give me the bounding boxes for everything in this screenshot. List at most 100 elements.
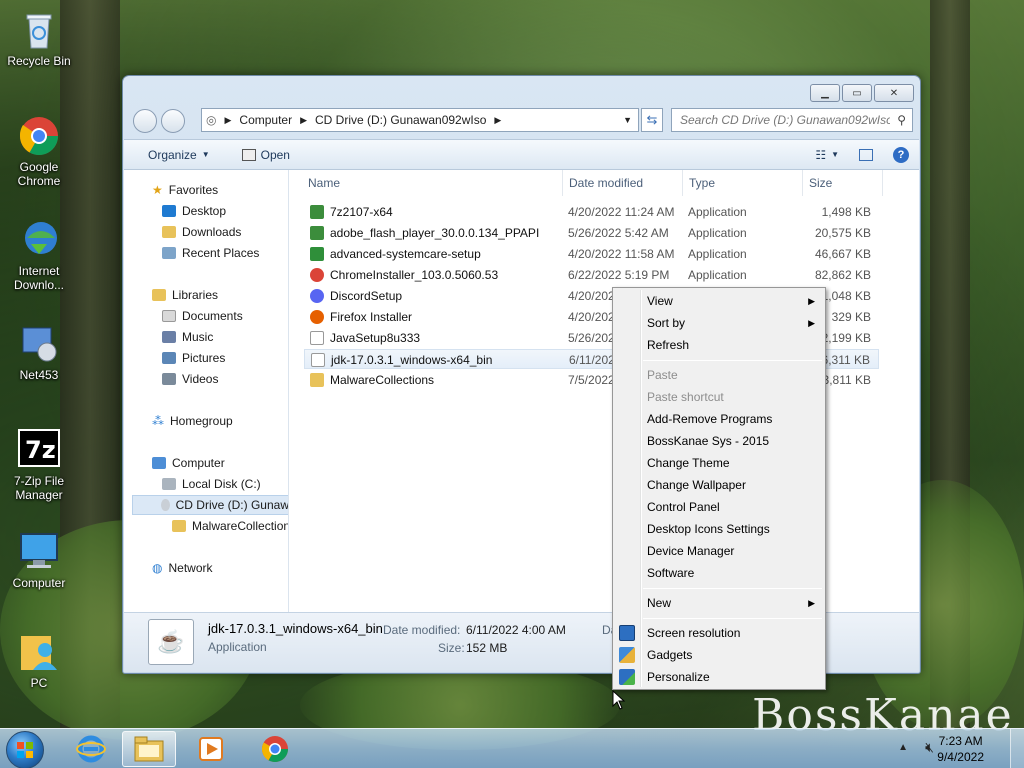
organize-button[interactable]: Organize ▼ — [138, 148, 220, 162]
desktop-icon-pc[interactable]: PC — [1, 630, 77, 690]
nav-videos[interactable]: Videos — [162, 369, 218, 389]
menu-item-change-theme[interactable]: Change Theme — [615, 452, 823, 474]
chevron-right-icon[interactable]: ▶ — [220, 115, 235, 126]
menu-item-new[interactable]: New ▶ — [615, 592, 823, 614]
details-date-value: 6/11/2022 4:00 AM — [466, 623, 566, 637]
volume-muted-icon[interactable]: 🔇︎ — [925, 739, 934, 756]
minimize-button[interactable]: ▁ — [810, 84, 840, 102]
internet-explorer-icon — [76, 735, 106, 763]
recent-places-icon — [162, 247, 176, 259]
show-desktop-button[interactable] — [1010, 729, 1024, 768]
column-header-type[interactable]: Type — [683, 170, 803, 196]
menu-item-refresh[interactable]: Refresh — [615, 334, 823, 356]
start-button[interactable] — [6, 731, 44, 768]
nav-recent-places[interactable]: Recent Places — [162, 243, 259, 263]
breadcrumb-cd-drive[interactable]: CD Drive (D:) Gunawan092wIso — [311, 113, 490, 127]
details-date-label: Date modified: — [383, 623, 461, 637]
nav-documents[interactable]: Documents — [162, 306, 243, 326]
nav-downloads[interactable]: Downloads — [162, 222, 241, 242]
change-view-button[interactable]: ☷ ▼ — [805, 148, 849, 162]
close-button[interactable]: ✕ — [874, 84, 914, 102]
search-input[interactable]: Search CD Drive (D:) Gunawan092wIso ⚲ — [671, 108, 913, 132]
clock-time: 7:23 AM — [938, 734, 983, 748]
preview-pane-button[interactable] — [849, 148, 883, 161]
desktop-icon-net453[interactable]: Net453 — [1, 322, 77, 382]
menu-item-paste[interactable]: Paste — [615, 364, 823, 386]
nav-homegroup[interactable]: ⁂ Homegroup — [152, 411, 233, 431]
desktop-icon-7zip[interactable]: 7z 7-Zip File Manager — [1, 428, 77, 502]
submenu-arrow-icon: ▶ — [808, 597, 815, 608]
chrome-icon — [17, 114, 61, 158]
folder-icon — [310, 373, 324, 387]
menu-item-sort-by[interactable]: Sort by ▶ — [615, 312, 823, 334]
help-icon: ? — [893, 146, 909, 163]
menu-item-screen-resolution[interactable]: Screen resolution — [615, 622, 823, 644]
menu-item-desktop-icons-settings[interactable]: Desktop Icons Settings — [615, 518, 823, 540]
nav-cd-drive[interactable]: CD Drive (D:) Gunaw — [132, 495, 288, 515]
file-row[interactable]: adobe_flash_player_30.0.0.134_PPAPI 5/26/… — [304, 223, 879, 243]
address-dropdown-icon[interactable]: ▼ — [623, 115, 638, 125]
menu-item-view[interactable]: View ▶ — [615, 290, 823, 312]
taskbar-windows-explorer[interactable] — [122, 731, 176, 767]
file-row[interactable]: 7z2107-x64 4/20/2022 11:24 AM Application 1… — [304, 202, 879, 222]
taskbar-chrome[interactable] — [248, 731, 302, 767]
nav-network[interactable]: ◍ Network — [152, 558, 213, 578]
menu-item-paste-shortcut[interactable]: Paste shortcut — [615, 386, 823, 408]
nav-desktop[interactable]: Desktop — [162, 201, 226, 221]
file-row[interactable]: advanced-systemcare-setup 4/20/2022 11:58… — [304, 244, 879, 264]
nav-local-disk[interactable]: Local Disk (C:) — [162, 474, 261, 494]
address-bar[interactable]: ◎ ▶ Computer ▶ CD Drive (D:) Gunawan092w… — [201, 108, 639, 132]
taskbar-media-player[interactable] — [184, 731, 238, 767]
nav-libraries[interactable]: Libraries — [152, 285, 218, 305]
help-button[interactable]: ? — [883, 146, 919, 163]
nav-music[interactable]: Music — [162, 327, 213, 347]
chevron-right-icon[interactable]: ▶ — [296, 115, 311, 126]
desktop-icon-idm[interactable]: Internet Downlo... — [1, 218, 77, 292]
column-header-date[interactable]: Date modified — [563, 170, 683, 196]
open-button[interactable]: Open — [232, 148, 300, 162]
menu-item-add-remove-programs[interactable]: Add-Remove Programs — [615, 408, 823, 430]
menu-item-control-panel[interactable]: Control Panel — [615, 496, 823, 518]
column-header-size[interactable]: Size — [803, 170, 883, 196]
nav-pictures[interactable]: Pictures — [162, 348, 225, 368]
show-hidden-icons-button[interactable]: ▲ — [898, 742, 908, 753]
taskbar: ▲ 🔇︎ 7:23 AM 9/4/2022 — [0, 728, 1024, 768]
refresh-button[interactable]: ⇆ — [641, 108, 663, 132]
menu-item-bosskanae-sys[interactable]: BossKanae Sys - 2015 — [615, 430, 823, 452]
nav-malware-collection[interactable]: MalwareCollection — [172, 516, 288, 536]
window-controls: ▁ ▭ ✕ — [810, 84, 914, 102]
menu-item-personalize[interactable]: Personalize — [615, 666, 823, 688]
desktop-icon-recycle-bin[interactable]: Recycle Bin — [1, 8, 77, 68]
chevron-right-icon[interactable]: ▶ — [490, 115, 505, 126]
desktop-context-menu[interactable]: View ▶ Sort by ▶ Refresh Paste Paste short… — [612, 287, 826, 690]
taskbar-internet-explorer[interactable] — [64, 731, 118, 767]
submenu-arrow-icon: ▶ — [808, 295, 815, 306]
nav-computer[interactable]: Computer — [152, 453, 225, 473]
discord-icon — [310, 289, 324, 303]
system-clock[interactable]: 7:23 AM 9/4/2022 — [937, 733, 984, 765]
computer-icon — [17, 530, 61, 574]
details-size-value: 152 MB — [466, 641, 508, 655]
advanced-systemcare-icon — [310, 247, 324, 261]
chrome-icon — [310, 268, 324, 282]
desktop-icon-computer[interactable]: Computer — [1, 530, 77, 590]
menu-item-change-wallpaper[interactable]: Change Wallpaper — [615, 474, 823, 496]
command-bar: Organize ▼ Open ☷ ▼ ? — [124, 139, 919, 170]
desktop-icon-chrome[interactable]: Google Chrome — [1, 114, 77, 188]
nav-favorites[interactable]: ★ Favorites — [152, 180, 218, 200]
clock-date: 9/4/2022 — [937, 750, 984, 764]
menu-item-device-manager[interactable]: Device Manager — [615, 540, 823, 562]
file-row[interactable]: ChromeInstaller_103.0.5060.53 6/22/2022 5… — [304, 265, 879, 285]
menu-separator — [643, 360, 822, 361]
chrome-icon — [261, 736, 289, 763]
forward-button[interactable] — [161, 109, 185, 133]
windows-logo-icon — [17, 742, 33, 758]
breadcrumb-computer[interactable]: Computer — [235, 113, 296, 127]
column-header-name[interactable]: Name — [290, 170, 563, 196]
navigation-pane[interactable]: ★ Favorites Desktop Downloads Recent Plac… — [124, 170, 289, 613]
maximize-button[interactable]: ▭ — [842, 84, 872, 102]
menu-item-software[interactable]: Software — [615, 562, 823, 584]
maximize-icon: ▭ — [852, 87, 862, 99]
back-button[interactable] — [133, 109, 157, 133]
menu-item-gadgets[interactable]: Gadgets — [615, 644, 823, 666]
